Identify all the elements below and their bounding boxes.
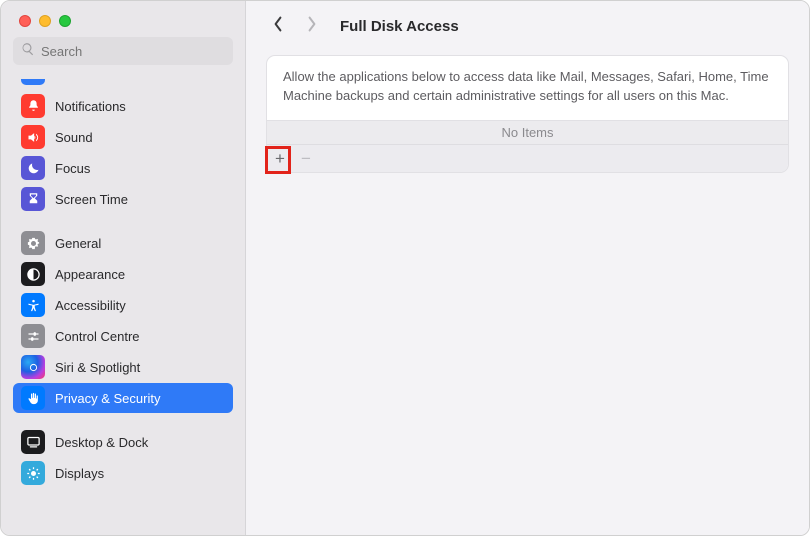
close-window-button[interactable] (19, 15, 31, 27)
sidebar-item-sound[interactable]: Sound (13, 122, 233, 152)
sliders-icon (21, 324, 45, 348)
chevron-left-icon (272, 16, 284, 37)
speaker-icon (21, 125, 45, 149)
minimize-window-button[interactable] (39, 15, 51, 27)
search-field[interactable] (13, 37, 233, 65)
bell-icon (21, 94, 45, 118)
forward-button (300, 14, 324, 38)
partial-icon (21, 79, 45, 85)
sidebar-item-displays[interactable]: Displays (13, 458, 233, 488)
header: Full Disk Access (246, 1, 809, 51)
sidebar-item-label: Sound (55, 130, 93, 145)
sidebar-item-control-centre[interactable]: Control Centre (13, 321, 233, 351)
sidebar-item-general[interactable]: General (13, 228, 233, 258)
sidebar-item-label: Siri & Spotlight (55, 360, 140, 375)
chevron-right-icon (306, 16, 318, 37)
sidebar-item-label: Screen Time (55, 192, 128, 207)
sidebar-item-desktop-dock[interactable]: Desktop & Dock (13, 427, 233, 457)
empty-state-label: No Items (267, 120, 788, 144)
full-disk-access-panel: Allow the applications below to access d… (266, 55, 789, 173)
remove-app-button: − (293, 144, 319, 172)
list-toolbar: + − (267, 144, 788, 172)
moon-icon (21, 156, 45, 180)
displays-icon (21, 461, 45, 485)
accessibility-icon (21, 293, 45, 317)
sidebar-item-label: Appearance (55, 267, 125, 282)
sidebar-list: Notifications Sound Focus Screen Time (1, 75, 245, 535)
panel-description: Allow the applications below to access d… (267, 56, 788, 120)
sidebar: Notifications Sound Focus Screen Time (1, 1, 246, 535)
sidebar-item-privacy-security[interactable]: Privacy & Security (13, 383, 233, 413)
main-pane: Full Disk Access Allow the applications … (246, 1, 809, 535)
hand-icon (21, 386, 45, 410)
sidebar-item-appearance[interactable]: Appearance (13, 259, 233, 289)
back-button[interactable] (266, 14, 290, 38)
sidebar-item-label: General (55, 236, 101, 251)
sidebar-item-accessibility[interactable]: Accessibility (13, 290, 233, 320)
appearance-icon (21, 262, 45, 286)
zoom-window-button[interactable] (59, 15, 71, 27)
dock-icon (21, 430, 45, 454)
siri-icon (21, 355, 45, 379)
sidebar-item-label: Focus (55, 161, 90, 176)
sidebar-item-label: Desktop & Dock (55, 435, 148, 450)
sidebar-item-screen-time[interactable]: Screen Time (13, 184, 233, 214)
gear-icon (21, 231, 45, 255)
sidebar-item-label: Displays (55, 466, 104, 481)
sidebar-item-siri-spotlight[interactable]: Siri & Spotlight (13, 352, 233, 382)
add-app-button[interactable]: + (267, 144, 293, 172)
sidebar-item-label: Control Centre (55, 329, 140, 344)
sidebar-item-label: Notifications (55, 99, 126, 114)
sidebar-item-label: Privacy & Security (55, 391, 160, 406)
sidebar-item-label: Accessibility (55, 298, 126, 313)
search-input[interactable] (41, 44, 225, 59)
sidebar-item-focus[interactable]: Focus (13, 153, 233, 183)
system-settings-window: Notifications Sound Focus Screen Time (0, 0, 810, 536)
sidebar-item-notifications[interactable]: Notifications (13, 91, 233, 121)
hourglass-icon (21, 187, 45, 211)
page-title: Full Disk Access (340, 18, 459, 35)
sidebar-item-partial[interactable] (13, 75, 233, 85)
search-icon (21, 42, 41, 61)
window-controls (1, 1, 245, 37)
